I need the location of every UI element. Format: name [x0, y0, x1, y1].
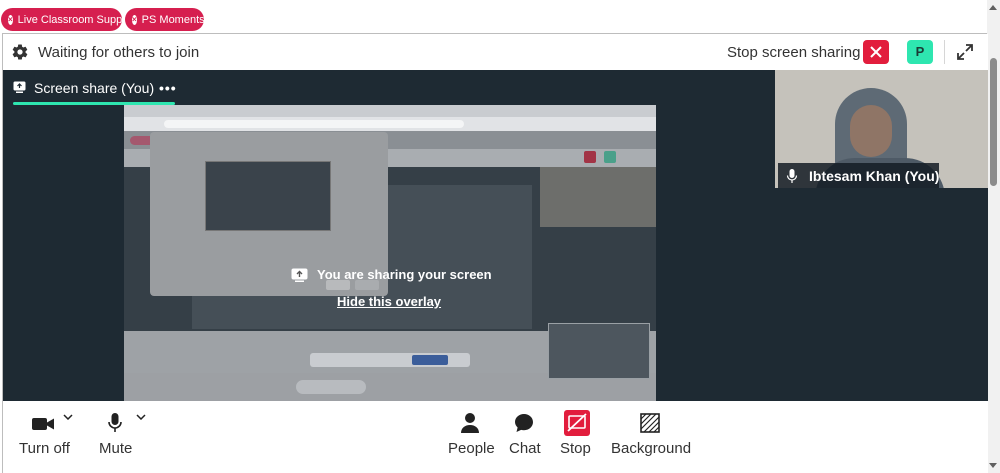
more-options-icon[interactable]: ••• — [159, 80, 177, 96]
video-person-face — [850, 105, 892, 157]
live-classroom-support-pill[interactable]: × Live Classroom Support — [1, 8, 135, 31]
share-dialog-thumbnail — [205, 161, 331, 231]
browser-tabstrip — [124, 105, 656, 117]
stop-sharing-icon[interactable] — [564, 410, 590, 436]
screen-share-tabbar: Screen share (You) ••• — [3, 70, 775, 105]
page-scrollbar[interactable] — [987, 0, 1000, 473]
screen-share-tab[interactable]: Screen share (You) — [34, 80, 154, 96]
camera-icon[interactable] — [32, 417, 54, 431]
mirror-stop-button — [584, 151, 596, 163]
chat-button[interactable]: Chat — [509, 440, 541, 457]
meeting-stage: Screen share (You) ••• You are sharing y… — [3, 70, 988, 401]
screen-share-icon — [291, 268, 308, 282]
scroll-up-arrow[interactable] — [989, 5, 997, 10]
participant-name: Ibtesam Khan (You) — [809, 168, 940, 184]
hide-overlay-link[interactable]: Hide this overlay — [337, 294, 441, 309]
close-icon: × — [8, 14, 13, 25]
people-icon[interactable] — [460, 412, 480, 434]
background-button[interactable]: Background — [611, 440, 691, 457]
chevron-down-icon[interactable] — [63, 414, 73, 420]
waiting-status: Waiting for others to join — [38, 44, 200, 61]
people-button[interactable]: People — [448, 440, 495, 457]
sharing-message: You are sharing your screen — [317, 267, 492, 282]
chat-icon[interactable] — [514, 413, 534, 433]
ps-moments-label: PS Moments — [141, 13, 205, 26]
mirror-taskbar-search — [296, 380, 366, 394]
stop-button[interactable]: Stop — [560, 440, 591, 457]
participant-avatar[interactable]: P — [907, 40, 933, 64]
meeting-header: Waiting for others to join Stop screen s… — [3, 34, 988, 70]
mirror-notification-button — [412, 355, 448, 365]
scroll-thumb[interactable] — [990, 58, 997, 186]
microphone-icon — [786, 169, 798, 183]
mirror-thumbnail — [548, 323, 650, 379]
stop-sharing-button[interactable] — [863, 40, 889, 64]
microphone-icon[interactable] — [108, 413, 122, 433]
gear-icon[interactable] — [11, 43, 29, 61]
meeting-frame: Waiting for others to join Stop screen s… — [2, 33, 988, 473]
fullscreen-icon[interactable] — [955, 42, 975, 62]
background-icon[interactable] — [640, 413, 660, 433]
mirror-avatar — [604, 151, 616, 163]
live-classroom-support-label: Live Classroom Support — [17, 13, 136, 26]
stop-screen-sharing-label[interactable]: Stop screen sharing — [727, 44, 860, 61]
scroll-down-arrow[interactable] — [989, 463, 997, 468]
screen-share-icon — [13, 81, 26, 93]
browser-urlbar — [164, 120, 464, 128]
turn-off-camera-button[interactable]: Turn off — [19, 440, 70, 457]
mute-button[interactable]: Mute — [99, 440, 132, 457]
close-icon: × — [132, 14, 137, 25]
bottom-toolbar: Turn off Mute People Chat Stop Backgroun… — [3, 401, 988, 473]
close-icon — [870, 46, 882, 58]
mirror-self-video — [540, 167, 656, 227]
header-divider — [944, 40, 945, 64]
ps-moments-pill[interactable]: × PS Moments — [125, 8, 205, 31]
chevron-down-icon[interactable] — [136, 414, 146, 420]
